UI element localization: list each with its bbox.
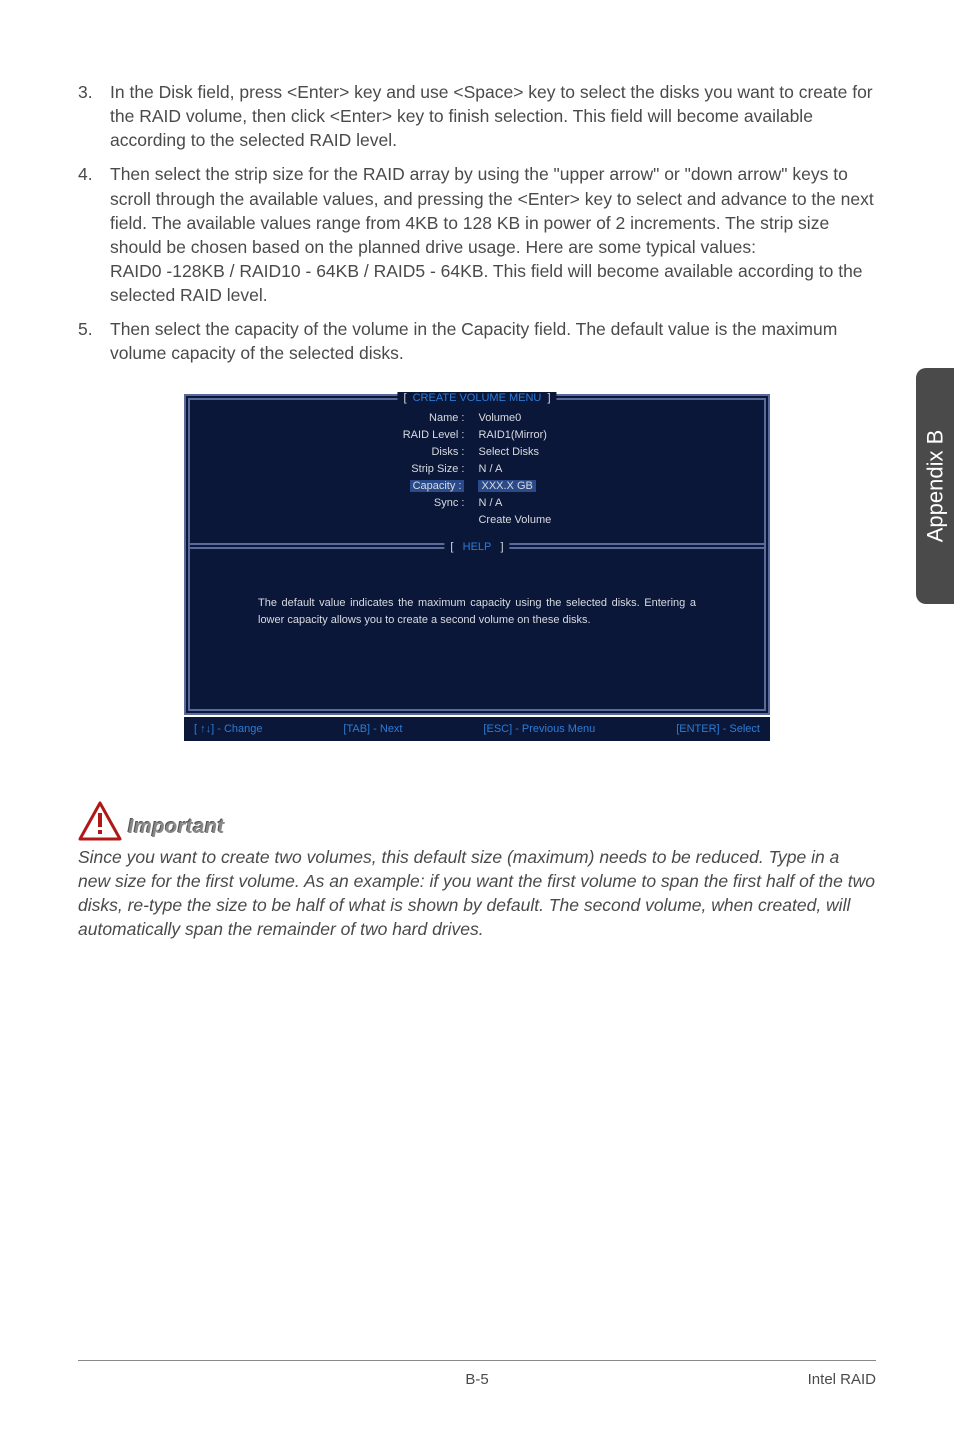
create-volume-title: [ CREATE VOLUME MENU ] [397, 392, 556, 404]
instruction-list: 3. In the Disk field, press <Enter> key … [78, 80, 876, 366]
field-labels: Name : RAID Level : Disks : Strip Size :… [403, 410, 479, 529]
name-value: Volume0 [478, 410, 551, 427]
important-text: Since you want to create two volumes, th… [78, 845, 876, 942]
sync-label: Sync : [403, 495, 465, 512]
step-3: 3. In the Disk field, press <Enter> key … [78, 80, 876, 152]
help-title: [ HELP ] [444, 541, 509, 553]
bios-screen: [ CREATE VOLUME MENU ] Name : RAID Level… [184, 394, 770, 715]
footer-right: Intel RAID [808, 1371, 876, 1388]
step-text: In the Disk field, press <Enter> key and… [110, 80, 876, 152]
important-note: Important Since you want to create two v… [78, 801, 876, 942]
help-text: The default value indicates the maximum … [230, 575, 724, 629]
raid-level-value: RAID1(Mirror) [478, 427, 551, 444]
help-text-content: The default value indicates the maximum … [258, 595, 696, 629]
step-number: 4. [78, 162, 110, 307]
step-number: 5. [78, 317, 110, 365]
strip-size-label: Strip Size : [403, 461, 465, 478]
field-values: Volume0 RAID1(Mirror) Select Disks N / A… [478, 410, 551, 529]
step-text: Then select the capacity of the volume i… [110, 317, 876, 365]
step-text: Then select the strip size for the RAID … [110, 162, 876, 307]
create-volume-title-text: CREATE VOLUME MENU [413, 392, 542, 404]
strip-size-value: N / A [478, 461, 551, 478]
disks-value: Select Disks [478, 444, 551, 461]
footer-enter: [ENTER] - Select [676, 723, 760, 735]
disks-label: Disks : [403, 444, 465, 461]
side-tab: Appendix B [916, 368, 954, 604]
important-label: Important [128, 816, 225, 841]
step-5: 5. Then select the capacity of the volum… [78, 317, 876, 365]
page-footer: B-5 Intel RAID [78, 1360, 876, 1388]
create-volume-option: Create Volume [478, 512, 551, 529]
step-number: 3. [78, 80, 110, 152]
capacity-label[interactable]: Capacity : [410, 480, 465, 492]
footer-change: [ ↑↓] - Change [194, 723, 262, 735]
bios-footer: [ ↑↓] - Change [TAB] - Next [ESC] - Prev… [184, 717, 770, 741]
raid-level-label: RAID Level : [403, 427, 465, 444]
footer-page-number: B-5 [465, 1371, 488, 1388]
footer-esc: [ESC] - Previous Menu [483, 723, 595, 735]
sync-value: N / A [478, 495, 551, 512]
step-4: 4. Then select the strip size for the RA… [78, 162, 876, 307]
capacity-value[interactable]: XXX.X GB [478, 480, 535, 492]
help-title-text: HELP [463, 541, 492, 553]
footer-tab: [TAB] - Next [343, 723, 402, 735]
side-tab-label: Appendix B [922, 430, 948, 543]
warning-icon [78, 801, 122, 841]
name-label: Name : [403, 410, 465, 427]
